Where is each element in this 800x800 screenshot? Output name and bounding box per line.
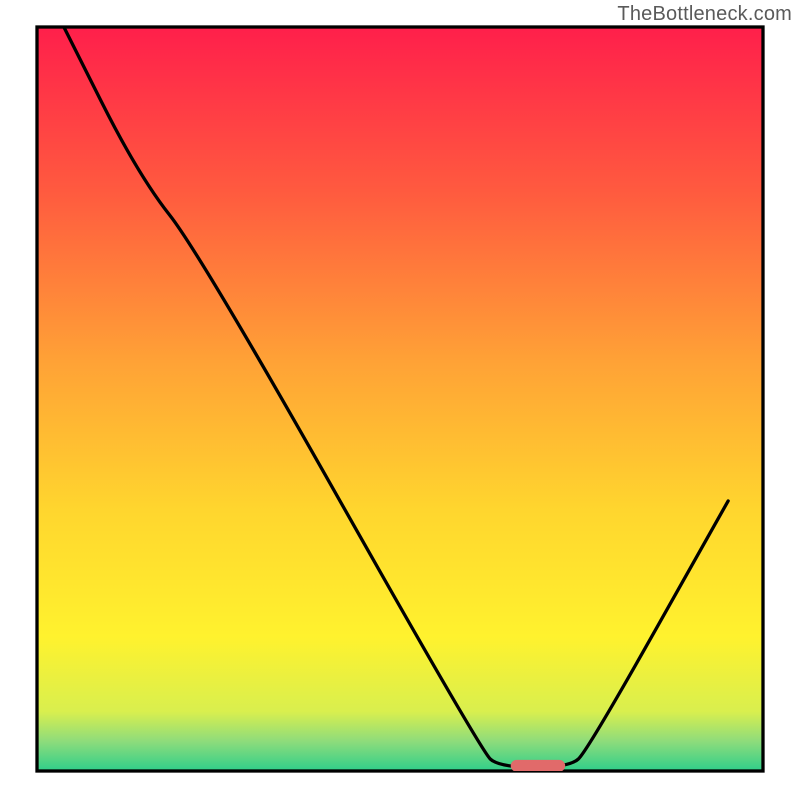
- plot-background-gradient: [37, 27, 763, 771]
- bottleneck-curve-chart: [0, 0, 800, 800]
- watermark-text: TheBottleneck.com: [617, 3, 792, 26]
- optimal-marker: [511, 760, 565, 772]
- chart-frame: TheBottleneck.com: [0, 0, 800, 800]
